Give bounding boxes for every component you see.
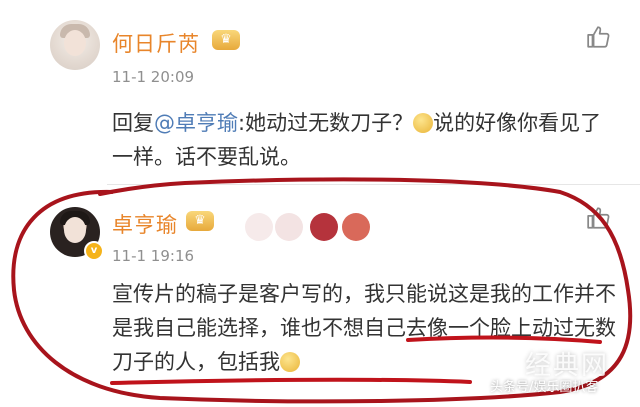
mention-link[interactable]: @卓亨瑜 bbox=[154, 111, 238, 135]
comment-timestamp: 11-1 20:09 bbox=[112, 68, 195, 86]
laugh-emoji-icon bbox=[413, 113, 434, 133]
decorative-badge bbox=[275, 213, 303, 241]
comment-text: :她动过无数刀子？ bbox=[238, 111, 414, 135]
comment-body: 回复@卓亨瑜:她动过无数刀子？ 说的好像你看见了一样。话不要乱说。 bbox=[112, 106, 622, 174]
comment-timestamp: 11-1 19:16 bbox=[112, 247, 195, 265]
crown-icon: ♛ bbox=[186, 211, 214, 231]
decorative-badge bbox=[342, 213, 370, 241]
crown-icon: ♛ bbox=[212, 30, 240, 50]
comment-username[interactable]: 卓亨瑜 bbox=[112, 209, 178, 239]
watermark-source: 头条号/娱乐圈扒客 bbox=[490, 380, 599, 395]
reply-prefix: 回复 bbox=[112, 111, 154, 135]
avatar[interactable] bbox=[50, 20, 100, 70]
like-icon[interactable] bbox=[586, 205, 612, 231]
decorative-badge bbox=[245, 213, 273, 241]
laugh-emoji-icon bbox=[280, 352, 300, 372]
comment-item: 何日斤芮 ♛ 11-1 20:09 回复@卓亨瑜:她动过无数刀子？ 说的好像你看见… bbox=[0, 0, 640, 185]
comment-username[interactable]: 何日斤芮 bbox=[112, 28, 200, 58]
decorative-badge bbox=[310, 213, 338, 241]
like-icon[interactable] bbox=[586, 24, 612, 50]
verified-v-icon: v bbox=[84, 241, 104, 261]
